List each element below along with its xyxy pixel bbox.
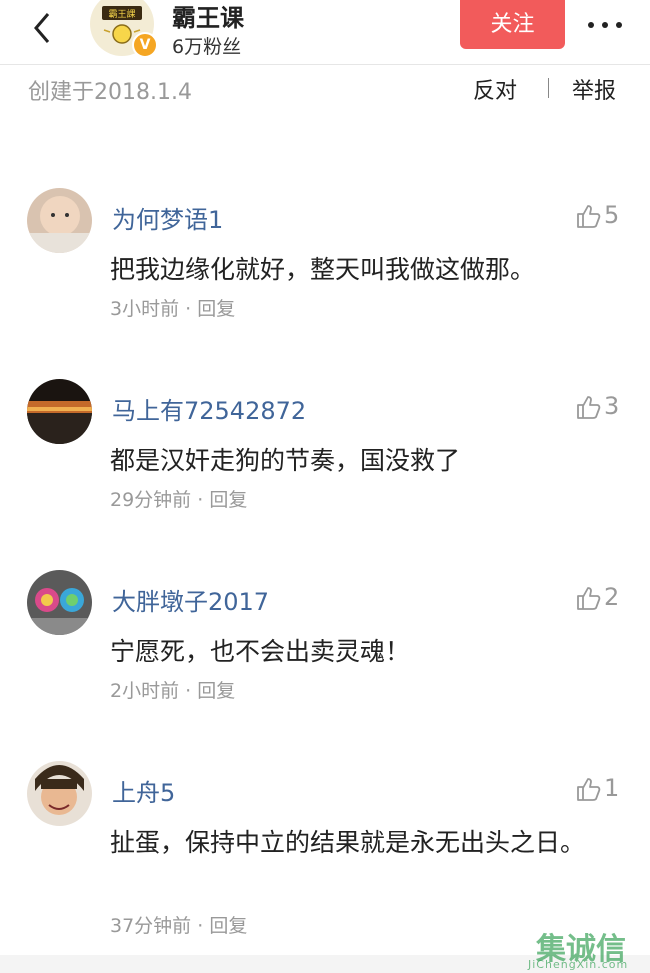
svg-text:霸王課: 霸王課 <box>108 8 135 20</box>
like-button[interactable]: 2 <box>576 583 626 613</box>
comment-time: 29分钟前 <box>110 489 192 511</box>
reply-button[interactable]: 回复 <box>197 680 235 702</box>
meta-dot: · <box>179 680 198 702</box>
thumbs-up-icon <box>577 587 601 610</box>
reply-button[interactable]: 回复 <box>209 489 247 511</box>
like-count: 2 <box>604 583 620 611</box>
comment-text: 把我边缘化就好，整天叫我做这做那。 <box>110 255 536 284</box>
back-button[interactable] <box>26 6 62 46</box>
meta-dot: · <box>179 298 198 320</box>
thumbs-up-icon <box>577 205 601 228</box>
like-count: 5 <box>604 201 620 229</box>
oppose-button[interactable]: 反对 <box>473 73 517 105</box>
like-button[interactable]: 1 <box>576 774 626 804</box>
like-count: 3 <box>604 392 620 420</box>
reply-button[interactable]: 回复 <box>209 915 247 937</box>
top-bar: 霸王課 V 霸王课 6万粉丝 关注 <box>0 0 650 62</box>
like-button[interactable]: 5 <box>576 201 626 231</box>
fans-count: 6万粉丝 <box>172 36 242 58</box>
comment-text: 都是汉奸走狗的节奏，国没救了 <box>110 446 461 475</box>
comment-username[interactable]: 大胖墩子2017 <box>112 582 269 617</box>
user-avatar[interactable] <box>27 188 92 253</box>
more-button[interactable] <box>585 10 625 40</box>
meta-dot: · <box>191 915 210 937</box>
thumbs-up-icon <box>577 778 601 801</box>
follow-button[interactable]: 关注 <box>460 0 565 49</box>
header-divider <box>0 64 650 65</box>
comment-meta: 29分钟前 · 回复 <box>110 485 247 512</box>
comment-time: 37分钟前 <box>110 915 192 937</box>
account-avatar[interactable]: 霸王課 V <box>90 0 158 58</box>
comment-username[interactable]: 上舟5 <box>112 773 175 808</box>
comment-text: 宁愿死，也不会出卖灵魂！ <box>110 637 411 666</box>
watermark-url: JiChengXin.com <box>528 958 629 971</box>
action-separator <box>548 78 549 98</box>
meta-dot: · <box>191 489 210 511</box>
report-button[interactable]: 举报 <box>572 73 616 105</box>
like-count: 1 <box>604 774 620 802</box>
comment-meta: 3小时前 · 回复 <box>110 294 235 321</box>
comment-meta: 37分钟前 · 回复 <box>110 911 247 938</box>
more-dots-icon <box>588 22 622 28</box>
back-arrow-icon <box>34 13 50 43</box>
like-button[interactable]: 3 <box>576 392 626 422</box>
comment-meta: 2小时前 · 回复 <box>110 676 235 703</box>
comment-time: 3小时前 <box>110 298 180 320</box>
comment-username[interactable]: 为何梦语1 <box>112 200 223 235</box>
user-avatar[interactable] <box>27 761 92 826</box>
reply-button[interactable]: 回复 <box>197 298 235 320</box>
comment-username[interactable]: 马上有72542872 <box>112 391 306 426</box>
thumbs-up-icon <box>577 396 601 419</box>
comment-text: 扯蛋，保持中立的结果就是永无出头之日。 <box>110 828 586 857</box>
account-name[interactable]: 霸王课 <box>172 0 244 33</box>
comment-time: 2小时前 <box>110 680 180 702</box>
verified-badge: V <box>132 32 158 58</box>
user-avatar[interactable] <box>27 379 92 444</box>
user-avatar[interactable] <box>27 570 92 635</box>
created-date: 创建于2018.1.4 <box>28 80 192 105</box>
